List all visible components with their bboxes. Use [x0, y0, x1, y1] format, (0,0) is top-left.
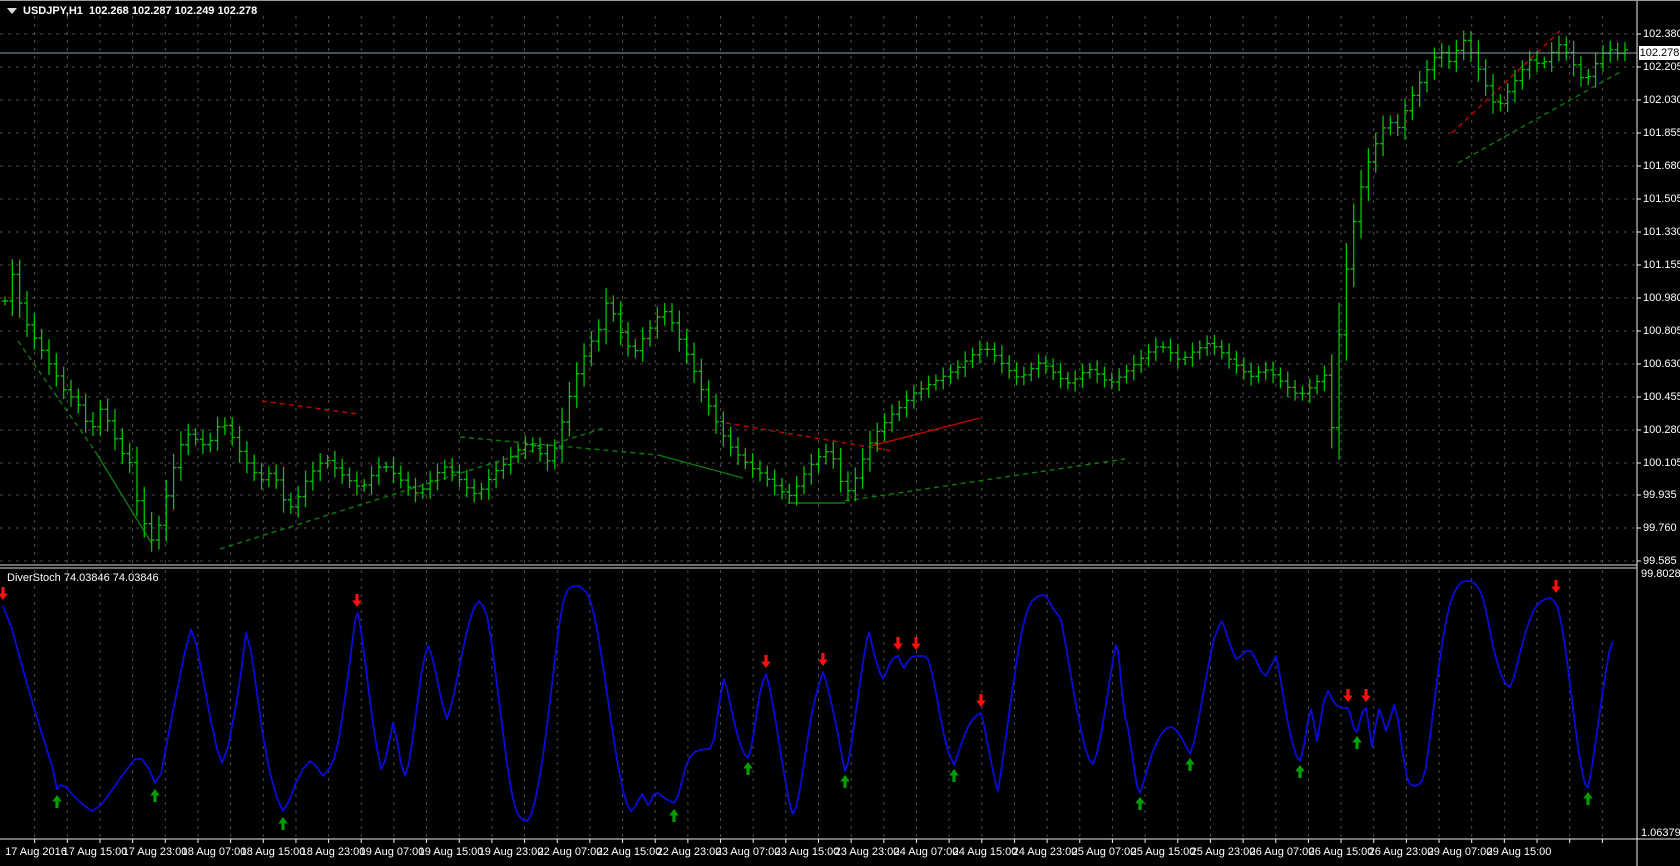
sell-signal-arrow-icon [893, 637, 903, 650]
buy-signal-arrow-icon [1352, 736, 1362, 749]
price-axis-label: 100.280 [1643, 424, 1680, 436]
sell-signal-arrow-icon [911, 637, 921, 650]
price-axis-label: 101.505 [1643, 193, 1680, 205]
price-axis-label: 101.855 [1643, 127, 1680, 139]
time-axis-label: 26 Aug 23:00 [1369, 846, 1434, 858]
price-axis-label: 100.630 [1643, 358, 1680, 370]
price-axis-label: 100.980 [1643, 292, 1680, 304]
time-axis-label: 26 Aug 15:00 [1309, 846, 1374, 858]
trend-line-green [1458, 71, 1622, 163]
time-axis-label: 24 Aug 07:00 [894, 846, 959, 858]
time-axis-label: 18 Aug 07:00 [182, 846, 247, 858]
price-bars[interactable] [2, 31, 1628, 552]
price-axis-label: 99.585 [1643, 555, 1677, 567]
trend-line-red [262, 401, 358, 414]
time-axis-label: 18 Aug 23:00 [301, 846, 366, 858]
buy-signal-arrow-icon [150, 789, 160, 802]
buy-signal-arrow-icon [1295, 765, 1305, 778]
price-axis-label: 100.455 [1643, 391, 1680, 403]
time-axis-label: 17 Aug 2016 [5, 846, 67, 858]
price-axis-label: 101.680 [1643, 160, 1680, 172]
price-axis-label: 99.760 [1643, 522, 1677, 534]
price-axis-label: 101.155 [1643, 259, 1680, 271]
indicator-axis-min: 1.06379 [1641, 827, 1680, 839]
trend-line-red [1452, 31, 1560, 133]
price-axis-label: 102.030 [1643, 94, 1680, 106]
time-axis-label: 25 Aug 23:00 [1191, 846, 1256, 858]
sell-signal-arrow-icon [818, 653, 828, 666]
indicator-title: DiverStoch 74.03846 74.03846 [7, 572, 159, 584]
price-axis-label: 102.205 [1643, 61, 1680, 73]
sell-signal-arrow-icon [976, 694, 986, 707]
sell-signal-arrow-icon [1343, 689, 1353, 702]
time-axis-label: 22 Aug 07:00 [538, 846, 603, 858]
time-axis-label: 25 Aug 07:00 [1072, 846, 1137, 858]
chart-title: USDJPY,H1 102.268 102.287 102.249 102.27… [7, 5, 257, 17]
current-price-tag: 102.278 [1639, 46, 1680, 60]
time-axis-label: 17 Aug 15:00 [63, 846, 128, 858]
price-axis-label: 100.805 [1643, 325, 1680, 337]
time-axis-label: 22 Aug 15:00 [597, 846, 662, 858]
sell-signal-arrow-icon [1361, 689, 1371, 702]
time-axis-label: 24 Aug 23:00 [1013, 846, 1078, 858]
chart-window: USDJPY,H1 102.268 102.287 102.249 102.27… [0, 0, 1680, 866]
sell-signal-arrow-icon [761, 655, 771, 668]
time-axis-label: 17 Aug 23:00 [123, 846, 188, 858]
buy-signal-arrow-icon [278, 817, 288, 830]
time-axis-label: 23 Aug 15:00 [775, 846, 840, 858]
price-axis-label: 100.105 [1643, 457, 1680, 469]
buy-signal-arrow-icon [1135, 797, 1145, 810]
price-chart-svg[interactable] [0, 1, 1680, 866]
time-axis-label: 19 Aug 15:00 [419, 846, 484, 858]
sell-signal-arrow-icon [0, 587, 8, 600]
time-axis-label: 23 Aug 07:00 [716, 846, 781, 858]
sell-signal-arrow-icon [352, 594, 362, 607]
time-axis-label: 29 Aug 15:00 [1487, 846, 1552, 858]
buy-signal-arrow-icon [1583, 792, 1593, 805]
trend-line-green [95, 451, 152, 544]
price-axis-label: 99.935 [1643, 489, 1677, 501]
trend-line-green [220, 428, 604, 549]
sell-signal-arrow-icon [1551, 580, 1561, 593]
time-axis-label: 24 Aug 15:00 [953, 846, 1018, 858]
time-axis-label: 26 Aug 07:00 [1250, 846, 1315, 858]
indicator-axis-max: 99.80284 [1641, 568, 1680, 580]
time-axis-label: 18 Aug 15:00 [241, 846, 306, 858]
time-axis-label: 23 Aug 23:00 [835, 846, 900, 858]
trend-line-red [726, 423, 893, 451]
buy-signal-arrow-icon [743, 762, 753, 775]
time-axis-label: 29 Aug 07:00 [1428, 846, 1493, 858]
buy-signal-arrow-icon [840, 775, 850, 788]
time-axis-label: 19 Aug 23:00 [479, 846, 544, 858]
buy-signal-arrow-icon [949, 769, 959, 782]
price-axis-label: 102.380 [1643, 28, 1680, 40]
buy-signal-arrow-icon [1185, 758, 1195, 771]
chart-title-text: USDJPY,H1 102.268 102.287 102.249 102.27… [23, 5, 257, 17]
buy-signal-arrow-icon [669, 809, 679, 822]
time-axis-label: 25 Aug 15:00 [1131, 846, 1196, 858]
trend-line-green [658, 455, 743, 478]
price-axis-label: 101.330 [1643, 226, 1680, 238]
trend-line-green [460, 437, 658, 455]
buy-signal-arrow-icon [52, 795, 62, 808]
time-axis-label: 19 Aug 07:00 [360, 846, 425, 858]
chart-collapse-icon[interactable] [7, 8, 17, 14]
time-axis-label: 22 Aug 23:00 [657, 846, 722, 858]
indicator-line [3, 581, 1613, 821]
